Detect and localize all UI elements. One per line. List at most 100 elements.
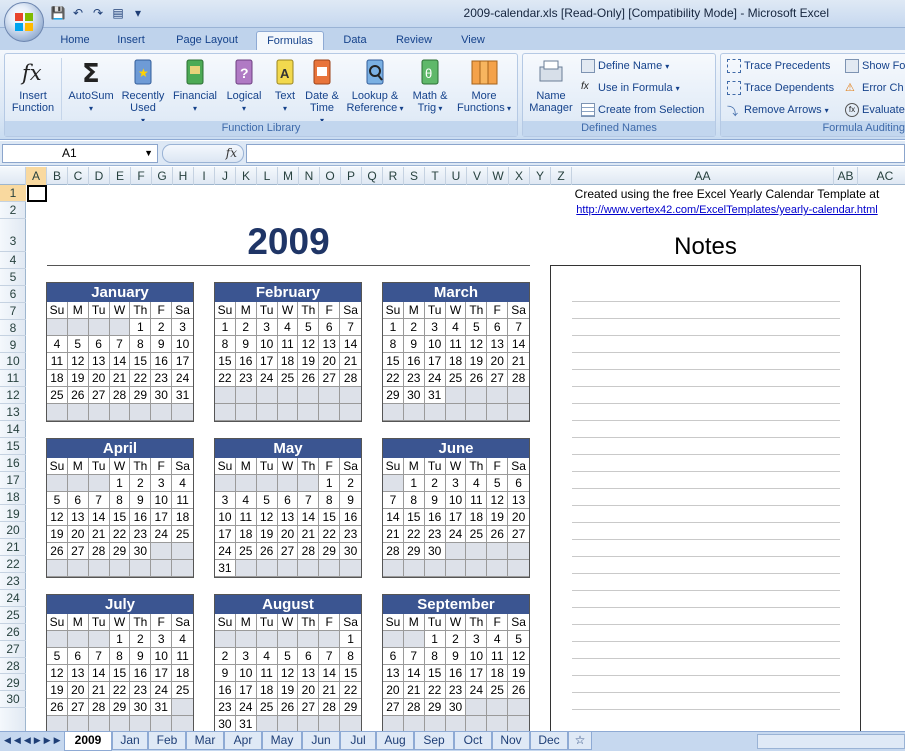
column-header[interactable]: T <box>425 167 446 185</box>
day-cell[interactable]: 9 <box>445 648 467 665</box>
row-header[interactable]: 12 <box>0 387 26 405</box>
day-cell[interactable]: 2 <box>445 631 467 648</box>
sheet-tab-nov[interactable]: Nov <box>492 732 530 750</box>
day-cell[interactable]: 24 <box>151 682 173 699</box>
day-cell[interactable]: 19 <box>47 682 68 699</box>
day-cell[interactable]: 8 <box>130 336 152 353</box>
tab-view[interactable]: View <box>448 31 498 50</box>
day-cell[interactable]: 10 <box>466 648 488 665</box>
day-cell[interactable]: 7 <box>403 648 425 665</box>
autosum-button[interactable]: Σ AutoSum ▾ <box>65 57 117 115</box>
column-header[interactable]: F <box>131 167 152 185</box>
day-cell[interactable]: 25 <box>466 526 488 543</box>
day-cell[interactable]: 1 <box>424 631 446 648</box>
column-header[interactable]: X <box>509 167 530 185</box>
day-cell[interactable]: 18 <box>47 370 68 387</box>
day-cell[interactable]: 30 <box>403 387 425 404</box>
column-header[interactable]: B <box>47 167 68 185</box>
remove-arrows-button[interactable]: ⤵ Remove Arrows ▾ <box>727 103 829 118</box>
column-header[interactable]: E <box>110 167 131 185</box>
row-header[interactable]: 6 <box>0 286 26 303</box>
day-cell[interactable]: 11 <box>256 665 278 682</box>
day-cell[interactable]: 12 <box>47 509 68 526</box>
row-header[interactable]: 30 <box>0 691 26 709</box>
sheet-tab-apr[interactable]: Apr <box>224 732 262 750</box>
day-cell[interactable]: 7 <box>508 319 529 336</box>
day-cell[interactable]: 21 <box>340 353 361 370</box>
day-cell[interactable]: 3 <box>215 492 236 509</box>
day-cell[interactable]: 14 <box>88 509 110 526</box>
day-cell[interactable]: 4 <box>172 475 193 492</box>
column-header[interactable]: P <box>341 167 362 185</box>
column-header[interactable]: C <box>68 167 89 185</box>
day-cell[interactable]: 16 <box>403 353 425 370</box>
day-cell[interactable]: 28 <box>88 699 110 716</box>
day-cell[interactable]: 11 <box>487 648 509 665</box>
day-cell[interactable]: 13 <box>383 665 404 682</box>
day-cell[interactable]: 19 <box>466 353 488 370</box>
day-cell[interactable]: 8 <box>383 336 404 353</box>
day-cell[interactable]: 4 <box>172 631 193 648</box>
use-in-formula-button[interactable]: fx Use in Formula ▾ <box>581 81 680 95</box>
column-header[interactable]: G <box>152 167 173 185</box>
tab-data[interactable]: Data <box>330 31 380 50</box>
day-cell[interactable]: 14 <box>298 509 320 526</box>
day-cell[interactable]: 1 <box>109 475 131 492</box>
day-cell[interactable]: 20 <box>277 526 299 543</box>
day-cell[interactable]: 8 <box>340 648 361 665</box>
day-cell[interactable]: 18 <box>172 665 193 682</box>
day-cell[interactable]: 23 <box>340 526 361 543</box>
tab-home[interactable]: Home <box>48 31 102 50</box>
day-cell[interactable]: 23 <box>424 526 446 543</box>
day-cell[interactable]: 5 <box>47 648 68 665</box>
day-cell[interactable]: 27 <box>88 387 110 404</box>
day-cell[interactable]: 26 <box>277 699 299 716</box>
row-header[interactable]: 9 <box>0 337 26 354</box>
day-cell[interactable]: 7 <box>88 492 110 509</box>
day-cell[interactable]: 28 <box>340 370 361 387</box>
evaluate-formula-button[interactable]: fx Evaluate <box>845 103 905 117</box>
day-cell[interactable]: 20 <box>67 526 89 543</box>
create-from-selection-button[interactable]: Create from Selection <box>581 103 704 117</box>
day-cell[interactable]: 25 <box>47 387 68 404</box>
logical-button[interactable]: ? Logical ▾ <box>221 57 267 115</box>
sheet-tab-aug[interactable]: Aug <box>376 732 414 750</box>
row-header[interactable]: 24 <box>0 590 26 607</box>
day-cell[interactable]: 13 <box>298 665 320 682</box>
day-cell[interactable]: 31 <box>172 387 193 404</box>
tab-review[interactable]: Review <box>386 31 442 50</box>
day-cell[interactable]: 31 <box>235 716 257 731</box>
day-cell[interactable]: 18 <box>487 665 509 682</box>
insert-function-fx-button[interactable]: fx <box>162 144 244 163</box>
day-cell[interactable]: 14 <box>508 336 529 353</box>
day-cell[interactable]: 19 <box>487 509 509 526</box>
day-cell[interactable]: 19 <box>256 526 278 543</box>
day-cell[interactable]: 27 <box>383 699 404 716</box>
day-cell[interactable]: 10 <box>256 336 278 353</box>
day-cell[interactable]: 29 <box>340 699 361 716</box>
day-cell[interactable]: 4 <box>235 492 257 509</box>
row-header[interactable]: 16 <box>0 455 26 472</box>
day-cell[interactable]: 28 <box>298 543 320 560</box>
day-cell[interactable]: 18 <box>277 353 299 370</box>
day-cell[interactable]: 12 <box>256 509 278 526</box>
day-cell[interactable]: 10 <box>151 492 173 509</box>
day-cell[interactable]: 2 <box>235 319 257 336</box>
day-cell[interactable]: 29 <box>319 543 341 560</box>
day-cell[interactable]: 22 <box>340 682 361 699</box>
row-header[interactable]: 11 <box>0 370 26 388</box>
day-cell[interactable]: 25 <box>256 699 278 716</box>
day-cell[interactable]: 12 <box>487 492 509 509</box>
text-button[interactable]: A Text ▾ <box>267 57 303 115</box>
day-cell[interactable]: 26 <box>508 682 529 699</box>
sheet-tab-mar[interactable]: Mar <box>186 732 224 750</box>
day-cell[interactable]: 16 <box>215 682 236 699</box>
day-cell[interactable]: 17 <box>215 526 236 543</box>
office-button[interactable] <box>4 2 44 42</box>
day-cell[interactable]: 29 <box>424 699 446 716</box>
day-cell[interactable]: 16 <box>235 353 257 370</box>
math-trig-button[interactable]: θ Math & Trig ▾ <box>407 57 453 115</box>
day-cell[interactable]: 21 <box>109 370 131 387</box>
day-cell[interactable]: 27 <box>319 370 341 387</box>
day-cell[interactable]: 3 <box>151 475 173 492</box>
